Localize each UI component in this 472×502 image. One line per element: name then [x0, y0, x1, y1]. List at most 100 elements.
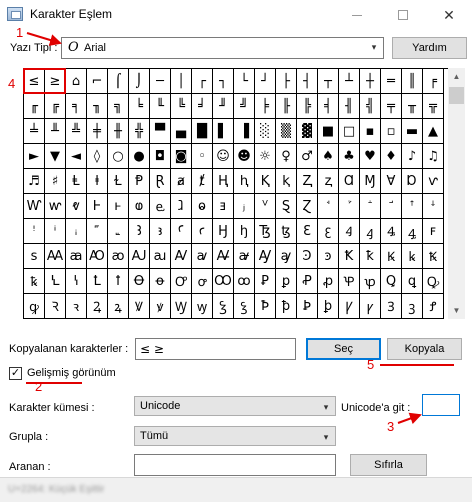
scroll-up-icon[interactable]: ▲	[448, 68, 465, 85]
help-button[interactable]: Yardım	[392, 37, 467, 59]
character-cell[interactable]: ⱬ	[318, 169, 339, 194]
character-cell[interactable]: Ꝇ	[45, 269, 66, 294]
character-cell[interactable]: ꜣ	[150, 219, 171, 244]
character-cell[interactable]: ꜽ	[276, 244, 297, 269]
character-cell[interactable]: ╕	[66, 94, 87, 119]
character-cell[interactable]: ╖	[87, 94, 108, 119]
character-cell[interactable]: ♥	[360, 144, 381, 169]
character-cell[interactable]: ●	[129, 144, 150, 169]
character-cell[interactable]: ꝃ	[402, 244, 423, 269]
character-cell[interactable]: ꝛ	[66, 294, 87, 319]
character-cell[interactable]: ꝧ	[318, 294, 339, 319]
character-cell[interactable]: ♀	[276, 144, 297, 169]
character-cell[interactable]: ♫	[423, 144, 444, 169]
character-cell[interactable]: ⱹ	[171, 194, 192, 219]
character-cell[interactable]: Ɫ	[108, 169, 129, 194]
character-cell[interactable]: ꝋ	[150, 269, 171, 294]
character-cell[interactable]: ╪	[87, 119, 108, 144]
character-cell[interactable]: Ɑ	[339, 169, 360, 194]
character-cell[interactable]: ⱽ	[255, 194, 276, 219]
character-cell[interactable]: Ꝟ	[129, 294, 150, 319]
character-cell[interactable]: ╨	[45, 119, 66, 144]
character-cell[interactable]: ┴	[339, 69, 360, 94]
grid-scrollbar[interactable]: ▲ ▼	[448, 68, 465, 319]
character-cell[interactable]: ⱦ	[192, 169, 213, 194]
character-cell[interactable]: ▒	[276, 119, 297, 144]
character-cell[interactable]: Ꝧ	[297, 294, 318, 319]
character-cell[interactable]: ꜥ	[192, 219, 213, 244]
character-cell[interactable]: Ꜷ	[129, 244, 150, 269]
character-cell[interactable]: ꜻ	[234, 244, 255, 269]
character-cell[interactable]: Ɒ	[402, 169, 423, 194]
character-cell[interactable]: ꝕ	[360, 269, 381, 294]
character-cell[interactable]: Ꝗ	[381, 269, 402, 294]
character-cell[interactable]: ☺	[213, 144, 234, 169]
character-cell[interactable]: Ⱳ	[24, 194, 45, 219]
font-select[interactable]: O Arial ▾	[61, 37, 384, 59]
character-cell[interactable]: Ᵽ	[129, 169, 150, 194]
maximize-button[interactable]	[380, 0, 426, 30]
character-cell[interactable]: ╛	[192, 94, 213, 119]
character-cell[interactable]: Ꝃ	[381, 244, 402, 269]
character-cell[interactable]: Ꝛ	[45, 294, 66, 319]
character-cell[interactable]: ╞	[255, 94, 276, 119]
character-cell[interactable]: Ꜯ	[381, 219, 402, 244]
character-cell[interactable]: ⱷ	[129, 194, 150, 219]
character-cell[interactable]: Ꜣ	[129, 219, 150, 244]
character-cell[interactable]: ▪	[360, 119, 381, 144]
character-cell[interactable]: ⌐	[87, 69, 108, 94]
character-cell[interactable]: ꜝ	[24, 219, 45, 244]
character-cell[interactable]: ꜡	[108, 219, 129, 244]
scroll-thumb[interactable]	[449, 87, 464, 104]
character-cell[interactable]: ╦	[423, 94, 444, 119]
character-cell[interactable]: ꜞ	[45, 219, 66, 244]
character-cell[interactable]: Ꝙ	[423, 269, 444, 294]
character-cell[interactable]: ♬	[24, 169, 45, 194]
character-cell[interactable]: █	[192, 119, 213, 144]
character-cell[interactable]: ꝡ	[192, 294, 213, 319]
character-cell[interactable]: ꝇ	[66, 269, 87, 294]
character-cell[interactable]: ꜚ	[381, 194, 402, 219]
character-cell[interactable]: ╟	[276, 94, 297, 119]
character-cell[interactable]: ⌂	[66, 69, 87, 94]
character-cell[interactable]: Ꝉ	[87, 269, 108, 294]
character-cell[interactable]: Ꜥ	[171, 219, 192, 244]
character-cell[interactable]: ꝝ	[108, 294, 129, 319]
character-cell[interactable]: ꝙ	[24, 294, 45, 319]
character-cell[interactable]: ⱼ	[234, 194, 255, 219]
character-cell[interactable]: Ꝕ	[339, 269, 360, 294]
character-cell[interactable]: ◦	[192, 144, 213, 169]
character-cell[interactable]: ꝫ	[402, 294, 423, 319]
character-cell[interactable]: └	[234, 69, 255, 94]
character-cell[interactable]: Ꝑ	[255, 269, 276, 294]
character-cell[interactable]: ꜗ	[318, 194, 339, 219]
character-cell[interactable]: ┐	[213, 69, 234, 94]
character-cell[interactable]: ⱥ	[171, 169, 192, 194]
character-cell[interactable]: ꜿ	[318, 244, 339, 269]
character-cell[interactable]: ├	[276, 69, 297, 94]
character-cell[interactable]: Ⱨ	[213, 169, 234, 194]
character-cell[interactable]: ╜	[213, 94, 234, 119]
character-cell[interactable]: Ꜵ	[87, 244, 108, 269]
character-cell[interactable]: Ɀ	[297, 194, 318, 219]
character-cell[interactable]: ꜛ	[402, 194, 423, 219]
character-cell[interactable]: ╢	[339, 94, 360, 119]
character-cell[interactable]: Ꝝ	[87, 294, 108, 319]
character-cell[interactable]: ╒	[423, 69, 444, 94]
character-cell[interactable]: │	[171, 69, 192, 94]
character-cell[interactable]: ╣	[360, 94, 381, 119]
character-cell[interactable]: ♦	[381, 144, 402, 169]
character-cell[interactable]: ꜟ	[66, 219, 87, 244]
character-cell[interactable]: ꜙ	[360, 194, 381, 219]
character-cell[interactable]: ꝉ	[108, 269, 129, 294]
character-cell[interactable]: ╤	[381, 94, 402, 119]
character-cell[interactable]: ─	[150, 69, 171, 94]
character-cell[interactable]: Ꝅ	[423, 244, 444, 269]
character-cell[interactable]: ☼	[255, 144, 276, 169]
character-cell[interactable]: ┘	[255, 69, 276, 94]
character-cell[interactable]: ⱳ	[45, 194, 66, 219]
character-cell[interactable]: □	[339, 119, 360, 144]
character-cell[interactable]: ☻	[234, 144, 255, 169]
character-cell[interactable]: ▼	[45, 144, 66, 169]
character-cell[interactable]: ┬	[318, 69, 339, 94]
